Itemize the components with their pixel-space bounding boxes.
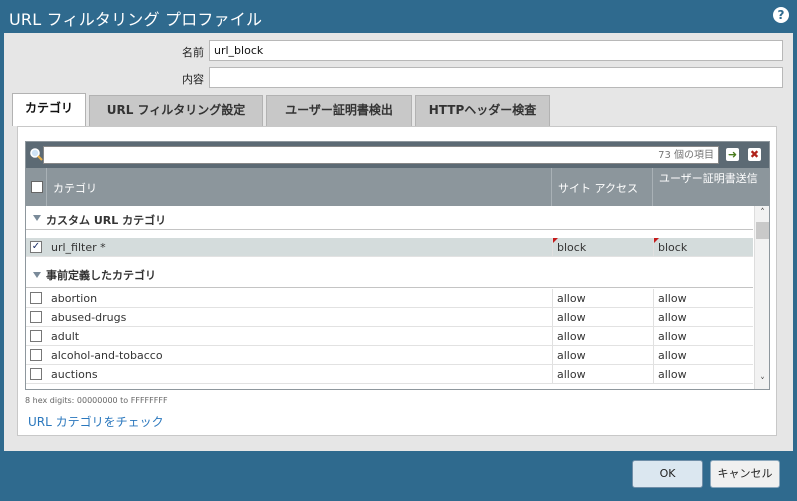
window-title: URL フィルタリング プロファイル (9, 10, 263, 29)
ok-button[interactable]: OK (632, 460, 703, 488)
site-access-cell[interactable]: block (552, 238, 653, 256)
row-checkbox[interactable]: ✓ (30, 241, 42, 253)
column-header-category-label: カテゴリ (53, 182, 97, 195)
title-bar: URL フィルタリング プロファイル ? (0, 0, 797, 32)
site-access-value: allow (557, 368, 586, 381)
site-access-cell[interactable]: allow (552, 327, 653, 345)
site-access-cell[interactable]: allow (552, 308, 653, 326)
row-checkbox[interactable] (30, 349, 42, 361)
name-input[interactable] (209, 40, 783, 61)
group-label: カスタム URL カテゴリ (46, 214, 167, 227)
credential-submission-value: block (658, 241, 688, 254)
header-checkbox-cell (26, 168, 47, 206)
table-row[interactable]: alcohol-and-tobacco allow allow (26, 346, 753, 365)
apply-filter-icon[interactable]: ➜ (726, 148, 739, 161)
credential-submission-cell[interactable]: allow (653, 327, 753, 345)
grid-search-input[interactable] (43, 146, 719, 164)
column-header-site-access-label: サイト アクセス (558, 182, 638, 195)
select-all-checkbox[interactable] (31, 181, 43, 193)
help-icon[interactable]: ? (773, 7, 789, 23)
clear-filter-icon[interactable]: ✖ (748, 148, 761, 161)
name-label: 名前 (182, 46, 204, 59)
category-grid: ➜ ✖ カテゴリ サイト アクセス ユーザー証明書送信 (25, 141, 770, 390)
description-input[interactable] (209, 67, 783, 88)
credential-submission-cell[interactable]: allow (653, 346, 753, 364)
table-row[interactable]: adult allow allow (26, 327, 753, 346)
credential-submission-value: allow (658, 349, 687, 362)
site-access-cell[interactable]: allow (552, 289, 653, 307)
site-access-value: allow (557, 292, 586, 305)
credential-submission-value: allow (658, 368, 687, 381)
group-custom-url-category[interactable]: カスタム URL カテゴリ (26, 206, 753, 230)
row-checkbox[interactable] (30, 330, 42, 342)
table-row[interactable]: auctions allow allow (26, 365, 753, 384)
column-header-site-access[interactable]: サイト アクセス (552, 168, 653, 206)
tab-url-filtering-settings[interactable]: URL フィルタリング設定 (89, 95, 263, 126)
group-predefined-category[interactable]: 事前定義したカテゴリ (26, 257, 753, 288)
grid-scrollbar[interactable]: ˄ ˅ (754, 206, 769, 389)
scroll-thumb[interactable] (756, 222, 769, 239)
column-header-credential-submission-label: ユーザー証明書送信 (659, 172, 758, 185)
site-access-value: allow (557, 330, 586, 343)
site-access-cell[interactable]: allow (552, 365, 653, 383)
site-access-value: allow (557, 311, 586, 324)
credential-submission-cell[interactable]: allow (653, 308, 753, 326)
name-row: 名前 (4, 40, 793, 62)
credential-submission-cell[interactable]: allow (653, 365, 753, 383)
table-row[interactable]: abortion allow allow (26, 289, 753, 308)
site-access-value: block (557, 241, 587, 254)
search-icon (30, 148, 43, 161)
category-panel: ➜ ✖ カテゴリ サイト アクセス ユーザー証明書送信 (17, 126, 777, 436)
tab-category[interactable]: カテゴリ (12, 93, 86, 126)
credential-submission-cell[interactable]: block (653, 238, 753, 256)
category-name: abused-drugs (51, 311, 127, 324)
hex-hint-text: 8 hex digits: 00000000 to FFFFFFFF (25, 396, 168, 405)
row-checkbox[interactable] (30, 368, 42, 380)
category-name: alcohol-and-tobacco (51, 349, 163, 362)
tab-http-header-insertion[interactable]: HTTPヘッダー検査 (415, 95, 550, 126)
description-label: 内容 (182, 73, 204, 86)
site-access-cell[interactable]: allow (552, 346, 653, 364)
scroll-up-icon[interactable]: ˄ (755, 206, 769, 220)
credential-submission-value: allow (658, 311, 687, 324)
dialog-body: 名前 内容 カテゴリ URL フィルタリング設定 ユーザー証明書検出 HTTPヘ… (4, 33, 793, 451)
category-name: abortion (51, 292, 98, 305)
grid-header: カテゴリ サイト アクセス ユーザー証明書送信 (26, 168, 769, 206)
grid-search-bar: ➜ ✖ (26, 142, 769, 168)
credential-submission-cell[interactable]: allow (653, 289, 753, 307)
column-header-category[interactable]: カテゴリ (47, 168, 552, 206)
check-url-category-link[interactable]: URL カテゴリをチェック (28, 413, 164, 430)
table-row[interactable]: abused-drugs allow allow (26, 308, 753, 327)
cancel-button[interactable]: キャンセル (710, 460, 780, 488)
grid-rows: カスタム URL カテゴリ ✓ url_filter * block block… (26, 206, 753, 389)
category-name: auctions (51, 368, 98, 381)
row-checkbox[interactable] (30, 311, 42, 323)
column-header-credential-submission[interactable]: ユーザー証明書送信 (653, 168, 769, 206)
collapse-triangle-icon[interactable] (33, 272, 41, 278)
collapse-triangle-icon[interactable] (33, 215, 41, 221)
category-name: url_filter * (51, 241, 106, 254)
description-row: 内容 (4, 67, 793, 89)
site-access-value: allow (557, 349, 586, 362)
scroll-down-icon[interactable]: ˅ (755, 375, 769, 389)
table-row[interactable]: ✓ url_filter * block block (26, 238, 753, 257)
group-label: 事前定義したカテゴリ (46, 269, 156, 282)
category-name: adult (51, 330, 80, 343)
tab-user-credential-detection[interactable]: ユーザー証明書検出 (266, 95, 412, 126)
row-checkbox[interactable] (30, 292, 42, 304)
credential-submission-value: allow (658, 330, 687, 343)
credential-submission-value: allow (658, 292, 687, 305)
